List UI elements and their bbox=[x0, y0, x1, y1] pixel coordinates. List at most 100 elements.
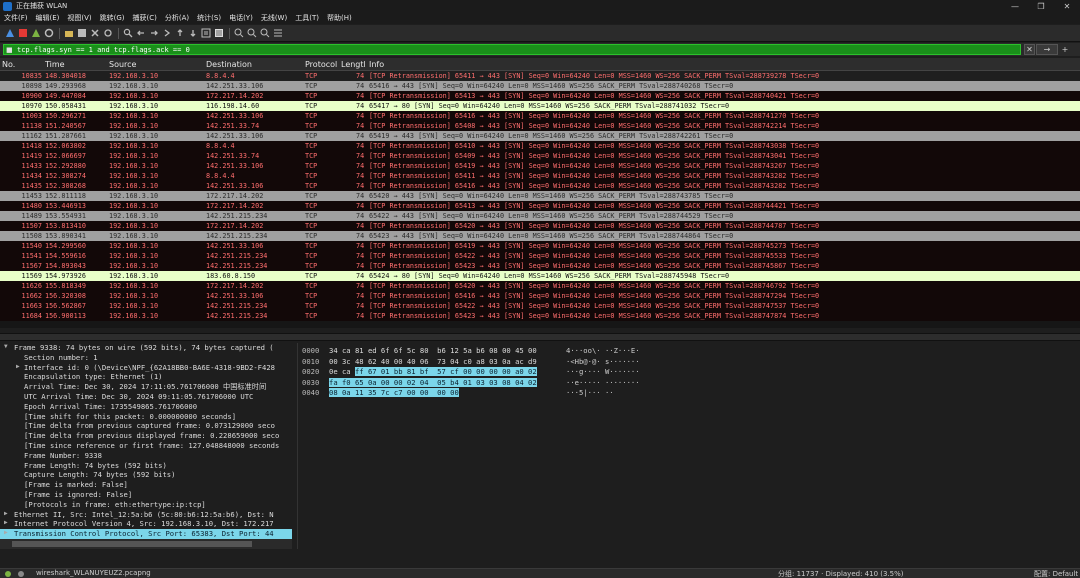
hex-bytes[interactable]: 34 ca 81 ed 6f 6f 5c 80 b6 12 5a b6 08 0… bbox=[329, 346, 537, 355]
detail-tree-item[interactable]: Capture Length: 74 bytes (592 bits) bbox=[0, 470, 292, 480]
packet-row[interactable]: 11453 152.811118 192.168.3.10 172.217.14.20… bbox=[0, 191, 1080, 201]
packet-row[interactable]: 11626 155.818349 192.168.3.10 172.217.14.20… bbox=[0, 281, 1080, 291]
zoom-out-icon[interactable] bbox=[246, 28, 257, 39]
close-button[interactable]: ✕ bbox=[1054, 0, 1080, 12]
packet-list[interactable]: No. Time Source Destination Protocol Len… bbox=[0, 58, 1080, 328]
colorize-icon[interactable] bbox=[213, 28, 224, 39]
hex-bytes[interactable]: 08 0a 11 35 7c c7 00 00 00 00 bbox=[329, 388, 459, 397]
collapsed-arrow-icon[interactable]: ▶ bbox=[16, 363, 20, 370]
packet-row[interactable]: 11663 156.562867 192.168.3.10 142.251.215.2… bbox=[0, 301, 1080, 311]
column-header-length[interactable]: Lengtl bbox=[341, 60, 366, 69]
stop-icon[interactable] bbox=[17, 28, 28, 39]
last-packet-icon[interactable] bbox=[187, 28, 198, 39]
collapsed-arrow-icon[interactable]: ▶ bbox=[4, 510, 8, 517]
packet-row[interactable]: 11435 152.308268 192.168.3.10 142.251.33.10… bbox=[0, 181, 1080, 191]
packet-row[interactable]: 11684 156.900113 192.168.3.10 142.251.215.2… bbox=[0, 311, 1080, 321]
detail-tree-item[interactable]: Arrival Time: Dec 30, 2024 17:11:05.7617… bbox=[0, 382, 292, 392]
detail-tree-item[interactable]: [Time shift for this packet: 0.000000000… bbox=[0, 412, 292, 422]
detail-tree-item[interactable]: Frame Number: 9338 bbox=[0, 451, 292, 461]
add-filter-button[interactable]: + bbox=[1060, 44, 1070, 55]
collapsed-arrow-icon[interactable]: ▶ bbox=[4, 529, 8, 536]
maximize-button[interactable]: ❐ bbox=[1028, 0, 1054, 12]
packet-row[interactable]: 10898 149.293968 192.168.3.10 142.251.33.10… bbox=[0, 81, 1080, 91]
menu-capture[interactable]: 捕获(C) bbox=[133, 13, 157, 23]
packet-row[interactable]: 11418 152.063802 192.168.3.10 8.8.4.4 TCP 74 [… bbox=[0, 141, 1080, 151]
restart-icon[interactable] bbox=[30, 28, 41, 39]
packet-details-pane[interactable]: ▼ Frame 9338: 74 bytes on wire (592 bits)… bbox=[0, 343, 292, 549]
first-packet-icon[interactable] bbox=[174, 28, 185, 39]
clear-filter-button[interactable]: ✕ bbox=[1024, 44, 1035, 55]
packet-row[interactable]: 11489 153.554931 192.168.3.10 142.251.215.2… bbox=[0, 211, 1080, 221]
pane-splitter[interactable] bbox=[0, 333, 1080, 341]
detail-tree-item[interactable]: [Time delta from previous captured frame… bbox=[0, 421, 292, 431]
menu-file[interactable]: 文件(F) bbox=[4, 13, 28, 23]
packet-row[interactable]: 11507 153.813410 192.168.3.10 172.217.14.20… bbox=[0, 221, 1080, 231]
packet-row[interactable]: 10835 148.304018 192.168.3.10 8.8.4.4 TCP 74 [… bbox=[0, 71, 1080, 81]
scrollbar-thumb[interactable] bbox=[12, 541, 252, 547]
packet-row[interactable]: 11433 152.292880 192.168.3.10 142.251.33.10… bbox=[0, 161, 1080, 171]
packet-row[interactable]: 11567 154.893043 192.168.3.10 142.251.215.2… bbox=[0, 261, 1080, 271]
column-header-info[interactable]: Info bbox=[369, 60, 384, 69]
packet-row[interactable]: 11138 151.240567 192.168.3.10 142.251.33.74… bbox=[0, 121, 1080, 131]
column-header-destination[interactable]: Destination bbox=[206, 60, 252, 69]
detail-tree-item[interactable]: Frame Length: 74 bytes (592 bits) bbox=[0, 461, 292, 471]
column-header-protocol[interactable]: Protocol bbox=[305, 60, 337, 69]
expert-info-icon[interactable] bbox=[5, 571, 11, 577]
packet-row[interactable]: 11541 154.559616 192.168.3.10 142.251.215.2… bbox=[0, 251, 1080, 261]
minimize-button[interactable]: — bbox=[1002, 0, 1028, 12]
detail-tree-item[interactable]: [Frame is ignored: False] bbox=[0, 490, 292, 500]
bookmark-icon[interactable]: ■ bbox=[6, 46, 14, 54]
packet-row[interactable]: 11569 154.973926 192.168.3.10 183.60.8.150 T… bbox=[0, 271, 1080, 281]
packet-row[interactable]: 11662 156.320308 192.168.3.10 142.251.33.10… bbox=[0, 291, 1080, 301]
menu-edit[interactable]: 编辑(E) bbox=[36, 13, 60, 23]
display-filter-input[interactable]: ■ tcp.flags.syn == 1 and tcp.flags.ack =… bbox=[3, 44, 1021, 55]
menu-view[interactable]: 视图(V) bbox=[67, 13, 91, 23]
reload-icon[interactable] bbox=[102, 28, 113, 39]
goto-packet-icon[interactable] bbox=[161, 28, 172, 39]
save-icon[interactable] bbox=[76, 28, 87, 39]
detail-tree-item[interactable]: Section number: 1 bbox=[0, 353, 292, 363]
close-file-icon[interactable] bbox=[89, 28, 100, 39]
packet-row[interactable]: 11434 152.308274 192.168.3.10 8.8.4.4 TCP 74 [… bbox=[0, 171, 1080, 181]
forward-arrow-icon[interactable] bbox=[148, 28, 159, 39]
apply-filter-button[interactable]: → bbox=[1036, 44, 1058, 55]
packet-row[interactable]: 11419 152.066697 192.168.3.10 142.251.33.74… bbox=[0, 151, 1080, 161]
hex-bytes[interactable]: 0e ca ff 67 01 bb 81 bf 57 cf 00 00 00 0… bbox=[329, 367, 537, 376]
detail-tree-item[interactable]: Epoch Arrival Time: 1735549865.761706000 bbox=[0, 402, 292, 412]
open-file-icon[interactable] bbox=[63, 28, 74, 39]
detail-tree-item[interactable]: ▼ Frame 9338: 74 bytes on wire (592 bits)… bbox=[0, 343, 292, 353]
find-icon[interactable] bbox=[122, 28, 133, 39]
detail-tree-item[interactable]: [Frame is marked: False] bbox=[0, 480, 292, 490]
menu-tools[interactable]: 工具(T) bbox=[295, 13, 319, 23]
packet-row[interactable]: 11508 153.890341 192.168.3.10 142.251.215.2… bbox=[0, 231, 1080, 241]
normal-size-icon[interactable] bbox=[259, 28, 270, 39]
menu-help[interactable]: 帮助(H) bbox=[327, 13, 352, 23]
packet-row[interactable]: 11162 151.287661 192.168.3.10 142.251.33.10… bbox=[0, 131, 1080, 141]
packet-row[interactable]: 11003 150.296271 192.168.3.10 142.251.33.10… bbox=[0, 111, 1080, 121]
packet-row[interactable]: 10900 149.447084 192.168.3.10 172.217.14.20… bbox=[0, 91, 1080, 101]
menu-go[interactable]: 跳转(G) bbox=[100, 13, 125, 23]
detail-tree-item[interactable]: [Time delta from previous displayed fram… bbox=[0, 431, 292, 441]
detail-tree-item[interactable]: Encapsulation type: Ethernet (1) bbox=[0, 372, 292, 382]
options-gear-icon[interactable] bbox=[43, 28, 54, 39]
menu-statistics[interactable]: 统计(S) bbox=[197, 13, 221, 23]
back-arrow-icon[interactable] bbox=[135, 28, 146, 39]
column-header-source[interactable]: Source bbox=[109, 60, 136, 69]
details-horizontal-scrollbar[interactable] bbox=[0, 539, 292, 549]
detail-tree-item[interactable]: [Time since reference or first frame: 12… bbox=[0, 441, 292, 451]
capture-comment-icon[interactable] bbox=[18, 571, 24, 577]
detail-tree-item[interactable]: ▶ Internet Protocol Version 4, Src: 192.1… bbox=[0, 519, 292, 529]
menu-analyze[interactable]: 分析(A) bbox=[165, 13, 189, 23]
hex-bytes[interactable]: 00 3c 48 62 40 00 40 06 73 04 c0 a8 03 0… bbox=[329, 357, 537, 366]
detail-tree-item[interactable]: ▶ Ethernet II, Src: Intel_12:5a:b6 (5c:80… bbox=[0, 510, 292, 520]
detail-tree-item[interactable]: ▶ Transmission Control Protocol, Src Port… bbox=[0, 529, 292, 539]
collapsed-arrow-icon[interactable]: ▶ bbox=[4, 519, 8, 526]
packet-row[interactable]: 11480 153.446913 192.168.3.10 172.217.14.20… bbox=[0, 201, 1080, 211]
menu-wireless[interactable]: 无线(W) bbox=[261, 13, 287, 23]
packet-bytes-pane[interactable]: 0000 34 ca 81 ed 6f 6f 5c 80 b6 12 5a b6 … bbox=[297, 343, 1080, 549]
expanded-arrow-icon[interactable]: ▼ bbox=[4, 343, 8, 350]
detail-tree-item[interactable]: ▶ Interface id: 0 (\Device\NPF_{62A18BB0-… bbox=[0, 363, 292, 373]
packet-row[interactable]: 11540 154.299560 192.168.3.10 142.251.33.10… bbox=[0, 241, 1080, 251]
column-header-time[interactable]: Time bbox=[45, 60, 65, 69]
menu-telephony[interactable]: 电话(Y) bbox=[229, 13, 253, 23]
